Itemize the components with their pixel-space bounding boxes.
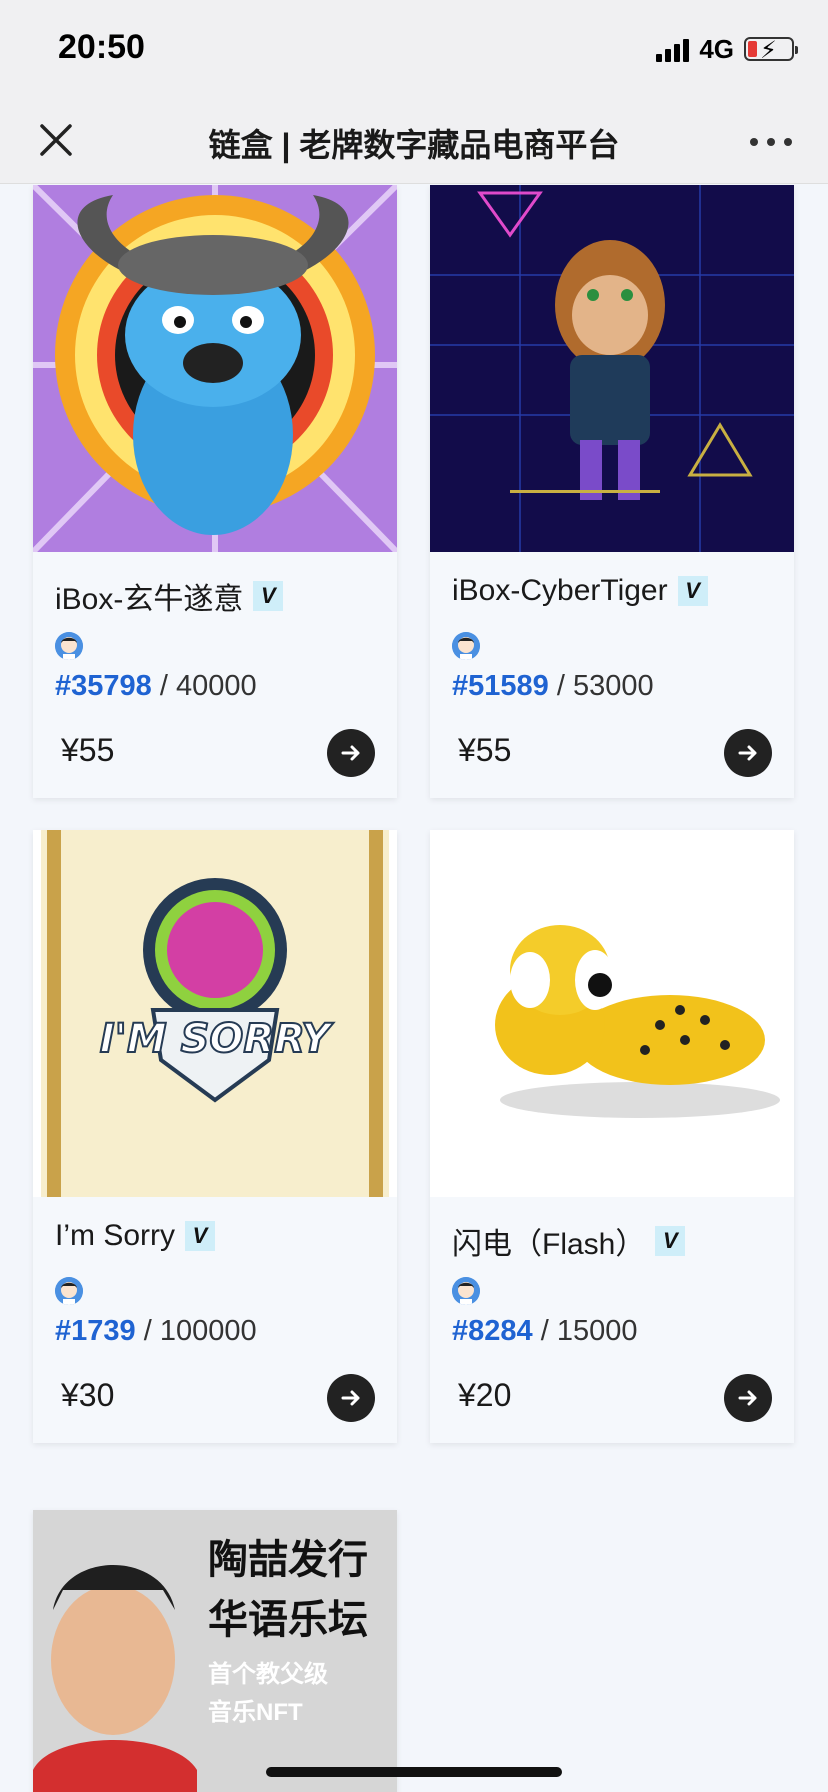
product-card[interactable]: 陶喆发行 华语乐坛 首个教父级 音乐NFT (33, 1510, 397, 1792)
arrow-right-icon[interactable] (724, 729, 772, 777)
product-grid: iBox-玄牛遂意 V #35798 / 40000 ¥55 iBox-Cybe… (0, 185, 828, 1792)
product-image (33, 185, 397, 552)
network-type: 4G (699, 33, 734, 64)
product-card[interactable]: iBox-玄牛遂意 V #35798 / 40000 ¥55 (33, 185, 397, 798)
product-card[interactable]: 闪电（Flash） V #8284 / 15000 ¥20 (430, 830, 794, 1443)
product-serial: #1739 / 100000 (55, 1315, 257, 1347)
battery-icon: ⚡ (744, 37, 798, 64)
product-title: I’m Sorry V (55, 1219, 215, 1253)
product-serial: #8284 / 15000 (452, 1315, 638, 1347)
signal-icon (656, 36, 690, 62)
product-title: iBox-CyberTiger V (452, 574, 708, 608)
product-image (430, 830, 794, 1197)
status-time: 20:50 (58, 28, 145, 66)
verified-icon: V (655, 1226, 686, 1256)
product-price: ¥30 (61, 1377, 115, 1413)
arrow-right-icon[interactable] (724, 1374, 772, 1422)
product-info: iBox-CyberTiger V #51589 / 53000 ¥55 (430, 552, 794, 798)
product-serial: #51589 / 53000 (452, 670, 654, 702)
close-icon[interactable] (36, 120, 76, 160)
avatar (55, 632, 83, 660)
product-title: iBox-玄牛遂意 V (55, 574, 284, 618)
product-image (430, 185, 794, 552)
more-icon[interactable] (750, 138, 792, 146)
product-price: ¥55 (61, 732, 115, 768)
product-info: iBox-玄牛遂意 V #35798 / 40000 ¥55 (33, 552, 397, 798)
status-icons: 4G ⚡ (656, 33, 798, 64)
status-bar: 20:50 4G ⚡ (0, 0, 828, 100)
svg-text:I'M SORRY: I'M SORRY (100, 1016, 335, 1062)
verified-icon: V (185, 1221, 215, 1251)
verified-icon: V (253, 581, 284, 611)
home-indicator (266, 1767, 562, 1777)
product-card[interactable]: iBox-CyberTiger V #51589 / 53000 ¥55 (430, 185, 794, 798)
promo-image: 陶喆发行 华语乐坛 首个教父级 音乐NFT (33, 1510, 397, 1792)
avatar (452, 632, 480, 660)
arrow-right-icon[interactable] (327, 1374, 375, 1422)
product-title: 闪电（Flash） V (452, 1219, 686, 1263)
nav-bar: 链盒 | 老牌数字藏品电商平台 (0, 100, 828, 184)
avatar (55, 1277, 83, 1305)
verified-icon: V (677, 576, 708, 606)
page-title: 链盒 | 老牌数字藏品电商平台 (208, 127, 620, 163)
product-serial: #35798 / 40000 (55, 670, 257, 702)
product-price: ¥55 (458, 732, 512, 768)
product-card[interactable]: I'M SORRY I’m Sorry V #1739 / 100000 ¥30 (33, 830, 397, 1443)
product-info: I’m Sorry V #1739 / 100000 ¥30 (33, 1197, 397, 1443)
product-info: 闪电（Flash） V #8284 / 15000 ¥20 (430, 1197, 794, 1443)
product-image: I'M SORRY (33, 830, 397, 1197)
arrow-right-icon[interactable] (327, 729, 375, 777)
promo-text: 陶喆发行 华语乐坛 首个教父级 音乐NFT (208, 1538, 368, 1727)
avatar (452, 1277, 480, 1305)
product-price: ¥20 (458, 1377, 512, 1413)
